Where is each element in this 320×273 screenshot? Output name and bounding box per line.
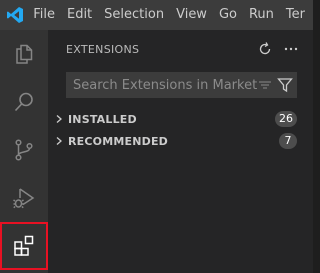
more-actions-button[interactable]	[281, 39, 301, 59]
clear-search-button[interactable]	[257, 77, 273, 93]
extension-search-box	[66, 72, 297, 98]
menu-view[interactable]: View	[172, 0, 215, 30]
activity-search[interactable]	[0, 78, 48, 126]
section-recommended[interactable]: RECOMMENDED 7	[48, 130, 313, 152]
vscode-window: File Edit Selection View Go Run Ter EXTE…	[0, 0, 313, 273]
menu-terminal[interactable]: Ter	[282, 0, 313, 30]
installed-count-badge: 26	[275, 111, 297, 127]
sidebar-header: EXTENSIONS	[48, 30, 313, 68]
menu-run[interactable]: Run	[245, 0, 282, 30]
refresh-button[interactable]	[255, 39, 275, 59]
activity-bar	[0, 30, 48, 273]
chevron-right-icon	[50, 130, 68, 152]
filter-icon	[277, 78, 293, 93]
menu-selection[interactable]: Selection	[100, 0, 172, 30]
section-installed[interactable]: INSTALLED 26	[48, 108, 313, 130]
extension-search-input[interactable]	[66, 72, 257, 98]
menu-file[interactable]: File	[29, 0, 63, 30]
activity-source-control[interactable]	[0, 126, 48, 174]
activity-run-debug[interactable]	[0, 174, 48, 222]
extensions-icon	[14, 235, 34, 256]
activity-extensions[interactable]	[0, 222, 48, 270]
explorer-icon	[16, 44, 33, 64]
filter-button[interactable]	[277, 77, 293, 93]
run-debug-icon	[13, 188, 35, 209]
section-recommended-label: RECOMMENDED	[68, 134, 168, 148]
section-installed-label: INSTALLED	[68, 112, 137, 126]
vscode-logo-icon	[0, 0, 29, 30]
menu-go[interactable]: Go	[215, 0, 245, 30]
search-icon	[14, 92, 33, 112]
chevron-right-icon	[50, 108, 68, 130]
sidebar-actions	[255, 39, 301, 59]
search-actions	[257, 77, 297, 93]
activity-explorer[interactable]	[0, 30, 48, 78]
title-bar: File Edit Selection View Go Run Ter	[0, 0, 313, 30]
refresh-icon	[259, 42, 271, 55]
clear-filter-icon	[259, 81, 271, 89]
extensions-sidebar: EXTENSIONS Search Extensions in Market..…	[48, 30, 313, 273]
sidebar-title: EXTENSIONS	[66, 42, 140, 56]
ellipsis-icon	[284, 47, 298, 51]
menu-edit[interactable]: Edit	[63, 0, 100, 30]
menu-bar: File Edit Selection View Go Run Ter	[29, 0, 313, 30]
source-control-icon	[15, 139, 33, 161]
recommended-count-badge: 7	[279, 133, 297, 149]
